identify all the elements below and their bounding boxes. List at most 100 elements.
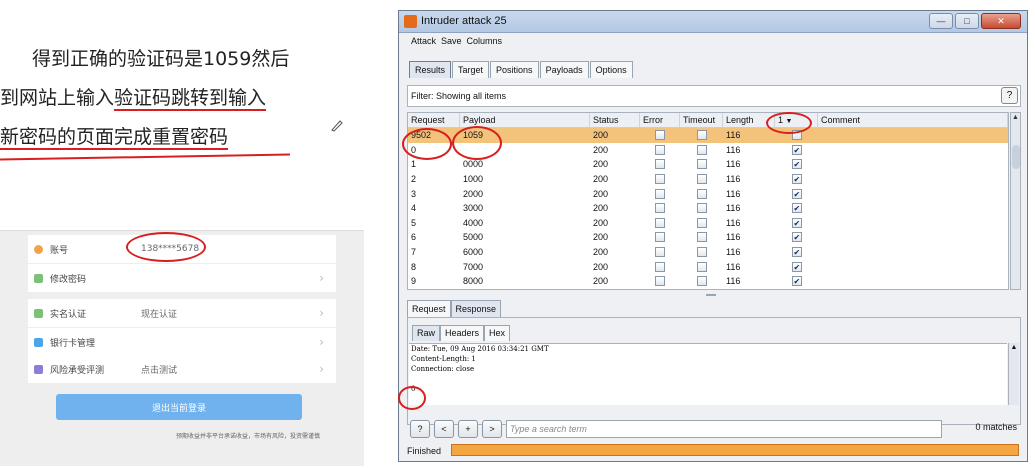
grep-match-checkbox[interactable]: [791, 188, 802, 199]
risk-test-row[interactable]: 风险承受评测 点击测试 ›: [28, 355, 336, 383]
search-bar: ? < + > Type a search term 0 matches: [407, 418, 1021, 440]
caption-line-2-a: 到网站上输入: [0, 87, 115, 109]
tab-headers[interactable]: Headers: [440, 325, 485, 341]
table-row[interactable]: 9 8000 200 116: [408, 274, 1008, 289]
tab-positions[interactable]: Positions: [490, 61, 539, 78]
tab-payloads[interactable]: Payloads: [539, 61, 589, 78]
minimize-button[interactable]: —: [929, 13, 953, 29]
table-row[interactable]: 2 1000 200 116: [408, 172, 1008, 187]
error-checkbox[interactable]: [655, 159, 665, 170]
col-error[interactable]: Error: [640, 113, 680, 127]
error-cell: [640, 276, 680, 287]
scroll-up-icon[interactable]: ▲: [1009, 343, 1019, 353]
title-bar[interactable]: Intruder attack 25 — □ ✕: [399, 11, 1027, 33]
request-cell: 4: [411, 203, 417, 214]
error-checkbox[interactable]: [655, 217, 665, 228]
timeout-checkbox[interactable]: [696, 217, 707, 228]
error-checkbox[interactable]: [655, 130, 665, 141]
tab-options[interactable]: Options: [589, 61, 633, 78]
error-checkbox[interactable]: [655, 144, 665, 155]
help-button[interactable]: ?: [1001, 87, 1018, 104]
error-cell: [640, 130, 680, 141]
timeout-checkbox[interactable]: [696, 276, 707, 287]
table-row[interactable]: 6 5000 200 116: [408, 230, 1008, 245]
bank-card-row[interactable]: 银行卡管理 ›: [28, 328, 336, 356]
grep-match-checkbox[interactable]: [791, 174, 802, 185]
menu-save[interactable]: Save: [441, 33, 462, 49]
payload-cell: 0000: [463, 159, 484, 170]
timeout-checkbox[interactable]: [696, 247, 707, 258]
table-scrollbar[interactable]: ▲: [1010, 112, 1021, 290]
menu-attack[interactable]: Attack: [411, 33, 436, 49]
table-row[interactable]: 7 6000 200 116: [408, 245, 1008, 260]
grep-match-checkbox[interactable]: [791, 159, 802, 170]
tab-hex[interactable]: Hex: [484, 325, 511, 341]
caption-line-2-b: 验证码: [114, 87, 172, 111]
grep-match-checkbox[interactable]: [791, 247, 802, 258]
raw-response-text[interactable]: Date: Tue, 09 Aug 2016 03:34:21 GMT Cont…: [409, 343, 1007, 405]
error-checkbox[interactable]: [655, 276, 665, 287]
logout-button[interactable]: 退出当前登录: [56, 394, 302, 420]
grep-match-checkbox[interactable]: [791, 203, 802, 214]
col-comment[interactable]: Comment: [818, 113, 1008, 127]
search-prev-button[interactable]: <: [434, 420, 454, 438]
raw-line: Connection: close: [411, 365, 475, 373]
length-cell: 116: [726, 144, 741, 155]
timeout-checkbox[interactable]: [696, 174, 707, 185]
split-handle[interactable]: [706, 294, 716, 296]
real-name-row[interactable]: 实名认证 现在认证 ›: [28, 299, 336, 327]
error-checkbox[interactable]: [655, 261, 665, 272]
error-cell: [640, 159, 680, 170]
search-next-button[interactable]: >: [482, 420, 502, 438]
col-status[interactable]: Status: [590, 113, 640, 127]
tab-results[interactable]: Results: [409, 61, 452, 78]
search-input[interactable]: Type a search term: [506, 420, 942, 438]
error-checkbox[interactable]: [655, 203, 665, 214]
timeout-checkbox[interactable]: [696, 144, 707, 155]
col-request[interactable]: Request: [408, 113, 460, 127]
timeout-checkbox[interactable]: [696, 130, 707, 141]
timeout-checkbox[interactable]: [696, 203, 707, 214]
filter-bar[interactable]: Filter: Showing all items ?: [407, 85, 1021, 107]
tab-request[interactable]: Request: [407, 300, 451, 317]
grep-match-checkbox[interactable]: [791, 217, 802, 228]
error-checkbox[interactable]: [655, 247, 665, 258]
close-button[interactable]: ✕: [981, 13, 1021, 29]
tab-response[interactable]: Response: [450, 300, 502, 317]
change-password-row[interactable]: 修改密码 ›: [28, 264, 336, 292]
table-row[interactable]: 5 4000 200 116: [408, 216, 1008, 231]
error-checkbox[interactable]: [655, 188, 665, 199]
table-row[interactable]: 3 2000 200 116: [408, 186, 1008, 201]
tab-raw[interactable]: Raw: [412, 325, 441, 341]
table-row[interactable]: 1 0000 200 116: [408, 157, 1008, 172]
annotation-circle-raw-zero: [398, 386, 426, 410]
search-options-button[interactable]: +: [458, 420, 478, 438]
table-row[interactable]: 4 3000 200 116: [408, 201, 1008, 216]
tab-target[interactable]: Target: [452, 61, 490, 78]
grep-match-checkbox[interactable]: [791, 276, 802, 287]
error-checkbox[interactable]: [655, 232, 665, 243]
grep-match-checkbox[interactable]: [791, 261, 802, 272]
col-timeout[interactable]: Timeout: [680, 113, 723, 127]
chevron-right-icon: ›: [319, 271, 324, 285]
col-payload[interactable]: Payload: [460, 113, 590, 127]
grep-match-checkbox[interactable]: [791, 144, 802, 155]
timeout-checkbox[interactable]: [696, 232, 707, 243]
status-cell: 200: [593, 144, 609, 155]
timeout-checkbox[interactable]: [696, 188, 707, 199]
status-cell: 200: [593, 203, 609, 214]
table-row[interactable]: 8 7000 200 116: [408, 259, 1008, 274]
grep-match-checkbox[interactable]: [791, 232, 802, 243]
window-title: Intruder attack 25: [421, 15, 507, 27]
scroll-up-icon[interactable]: ▲: [1011, 113, 1020, 123]
menu-bar: Attack Save Columns: [399, 33, 1027, 49]
scroll-thumb[interactable]: [1012, 145, 1020, 169]
raw-scrollbar[interactable]: ▲: [1008, 343, 1019, 405]
annotation-circle-request: [402, 128, 452, 160]
search-help-button[interactable]: ?: [410, 420, 430, 438]
menu-columns[interactable]: Columns: [467, 33, 503, 49]
error-checkbox[interactable]: [655, 174, 665, 185]
maximize-button[interactable]: □: [955, 13, 979, 29]
timeout-checkbox[interactable]: [696, 159, 707, 170]
timeout-checkbox[interactable]: [696, 261, 707, 272]
